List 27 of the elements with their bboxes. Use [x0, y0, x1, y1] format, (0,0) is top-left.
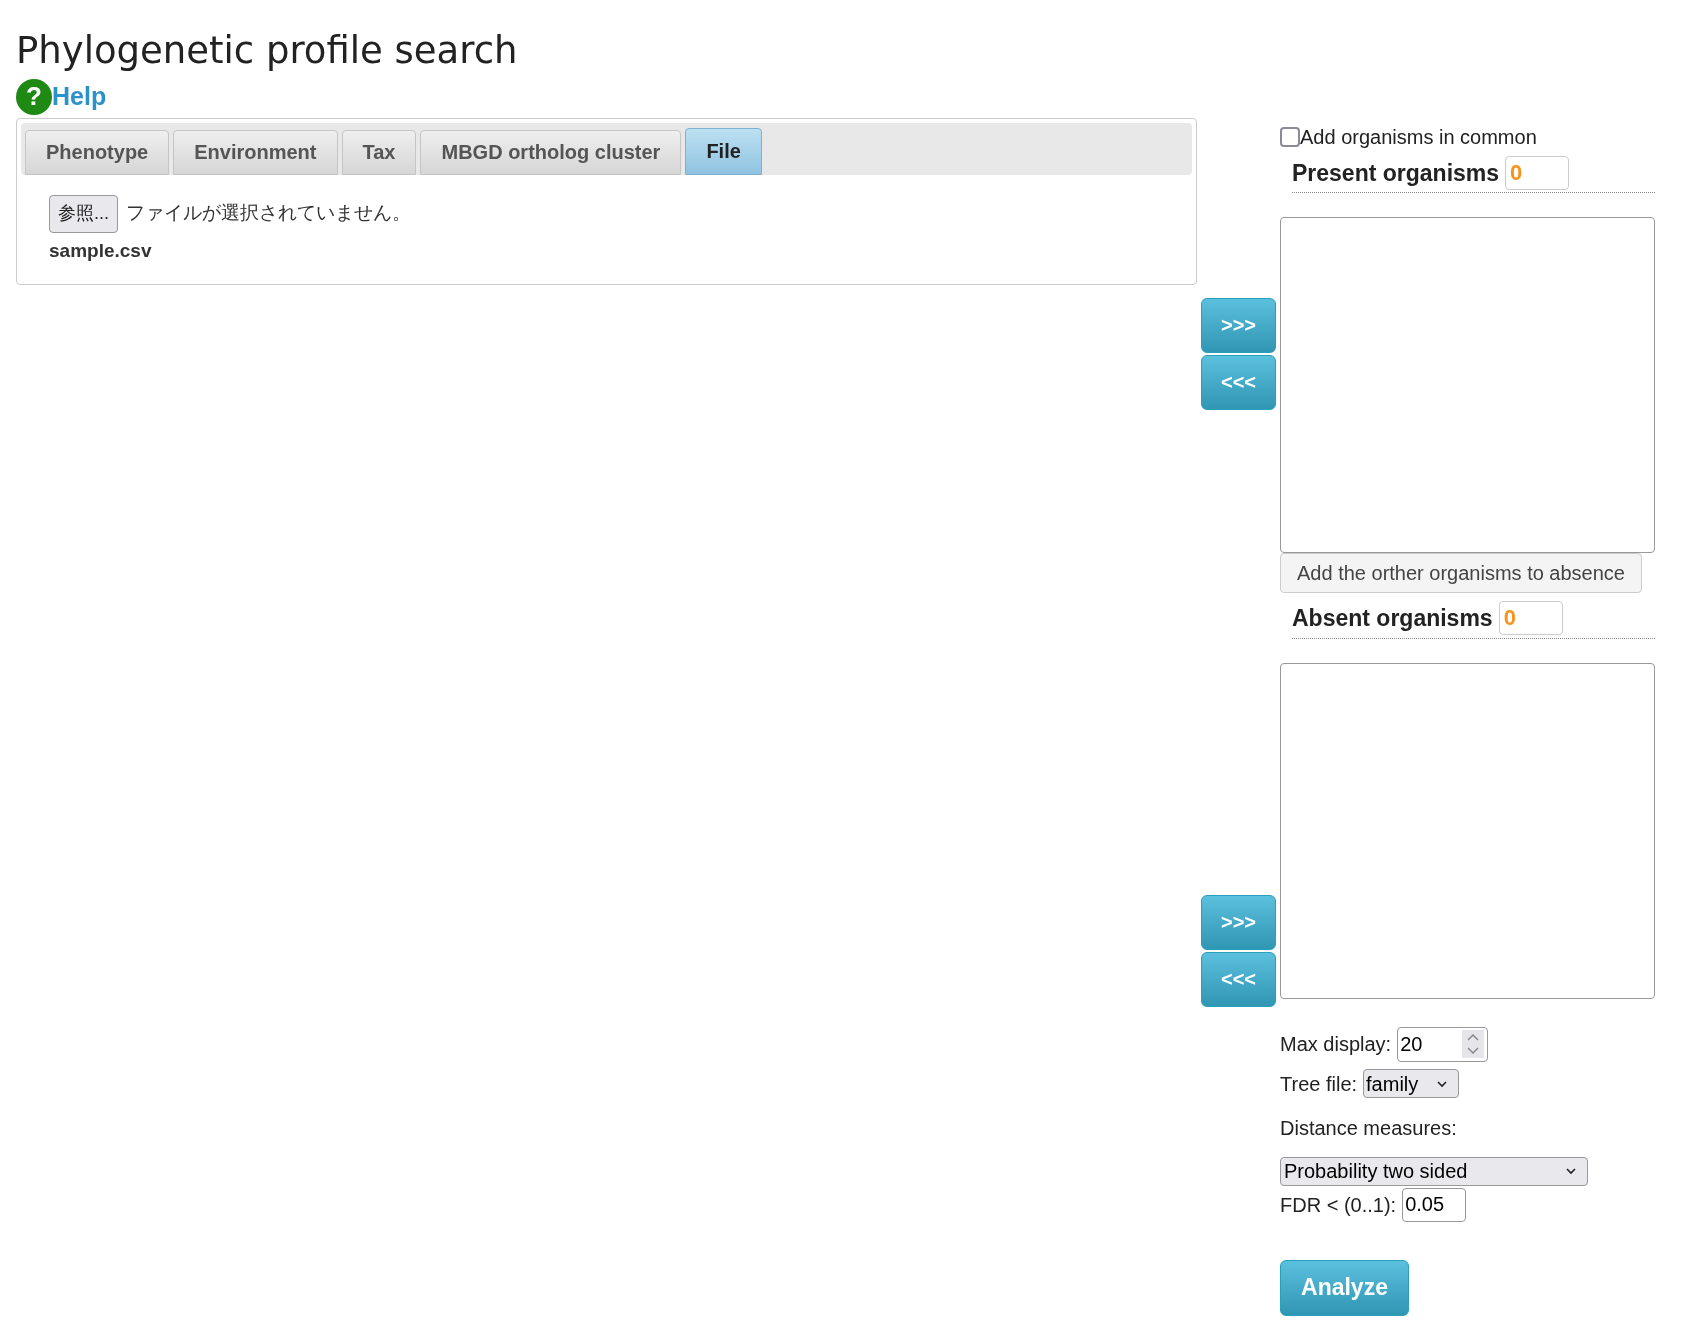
tab[interactable]: MBGD ortholog cluster	[420, 129, 682, 175]
help-link[interactable]: Help	[52, 78, 107, 116]
browse-button[interactable]: 参照...	[49, 194, 118, 233]
tab[interactable]: Phenotype	[25, 129, 170, 175]
file-status: ファイルが選択されていません。	[126, 201, 411, 226]
section-heading: Present organisms	[1292, 158, 1500, 188]
select-field[interactable]: family	[1363, 1069, 1460, 1098]
tab[interactable]: Tax	[341, 129, 417, 175]
page-title: Phylogenetic profile search	[16, 28, 519, 74]
chevron-down-icon	[1565, 1167, 1577, 1175]
help-icon[interactable]: ?	[16, 78, 52, 115]
field-label: Distance measures:	[1280, 1115, 1457, 1141]
section-heading: Absent organisms	[1292, 604, 1493, 633]
add-others-button[interactable]: Add the orther organisms to absence	[1280, 553, 1642, 593]
spinner-icon[interactable]	[1462, 1030, 1485, 1058]
field-label: FDR < (0..1):	[1280, 1192, 1397, 1218]
chevron-down-icon	[1436, 1079, 1449, 1088]
field-label: Max display:	[1280, 1032, 1392, 1057]
checkbox-label: Add organisms in common	[1300, 124, 1537, 150]
file-name: sample.csv	[49, 238, 153, 263]
number-field[interactable]: 20	[1397, 1026, 1489, 1062]
tab[interactable]: File	[685, 127, 762, 175]
fdr-field[interactable]: 0.05	[1402, 1187, 1467, 1222]
checkbox[interactable]	[1280, 126, 1300, 147]
field-label: Tree file:	[1280, 1071, 1358, 1097]
tab[interactable]: Environment	[173, 129, 338, 175]
select-field[interactable]: Probability two sided	[1280, 1156, 1588, 1186]
